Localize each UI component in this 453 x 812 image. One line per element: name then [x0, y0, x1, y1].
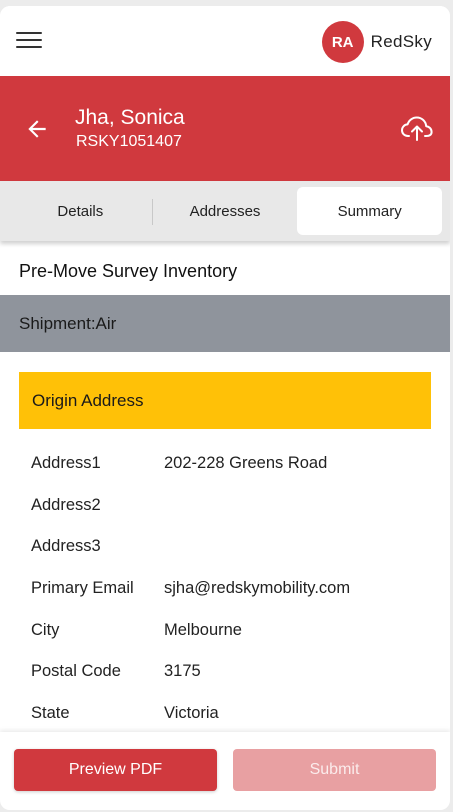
list-item: Primary Email sjha@redskymobility.com [31, 568, 431, 610]
field-label: Address1 [31, 454, 101, 473]
field-label: Address2 [31, 495, 101, 514]
field-label: State [31, 703, 70, 722]
brand-area[interactable]: RA RedSky [321, 21, 432, 63]
list-item: City Melbourne [31, 609, 431, 651]
field-value: Victoria [164, 703, 219, 722]
shipment-header: Shipment:Air [0, 295, 450, 352]
app-screen: RA RedSky Jha, Sonica RSKY1051407 Detail… [0, 6, 450, 810]
customer-header: Jha, Sonica RSKY1051407 [0, 76, 450, 181]
top-app-bar: RA RedSky [0, 6, 450, 76]
avatar[interactable]: RA [321, 21, 364, 63]
field-value: Melbourne [164, 620, 242, 639]
list-item: State Victoria [31, 693, 431, 735]
tab-details[interactable]: Details [8, 187, 153, 235]
customer-name: Jha, Sonica [75, 106, 185, 129]
hamburger-menu-icon[interactable] [16, 32, 42, 52]
tab-addresses[interactable]: Addresses [153, 187, 298, 235]
arrow-left-icon[interactable] [24, 116, 50, 142]
address-list: Address1 202-228 Greens Road Address2 Ad… [31, 443, 431, 734]
field-label: Postal Code [31, 662, 121, 681]
cloud-upload-icon[interactable] [400, 114, 434, 144]
preview-pdf-button[interactable]: Preview PDF [14, 749, 217, 791]
list-item: Address2 [31, 485, 431, 527]
tab-bar: Details Addresses Summary [0, 181, 450, 241]
field-value: sjha@redskymobility.com [164, 579, 351, 598]
list-item: Address3 [31, 526, 431, 568]
list-item: Postal Code 3175 [31, 651, 431, 693]
origin-address-header: Origin Address [19, 372, 431, 429]
field-label: City [31, 620, 60, 639]
field-value: 3175 [164, 662, 201, 681]
field-label: Address3 [31, 537, 101, 556]
list-item: Address1 202-228 Greens Road [31, 443, 431, 485]
action-footer: Preview PDF Submit [0, 732, 450, 810]
field-value: 202-228 Greens Road [164, 454, 328, 473]
submit-button[interactable]: Submit [233, 749, 436, 791]
field-label: Primary Email [31, 579, 134, 598]
tab-summary[interactable]: Summary [297, 187, 443, 235]
customer-id: RSKY1051407 [76, 133, 182, 150]
brand-name: RedSky [370, 32, 432, 51]
page-title: Pre-Move Survey Inventory [19, 260, 238, 281]
